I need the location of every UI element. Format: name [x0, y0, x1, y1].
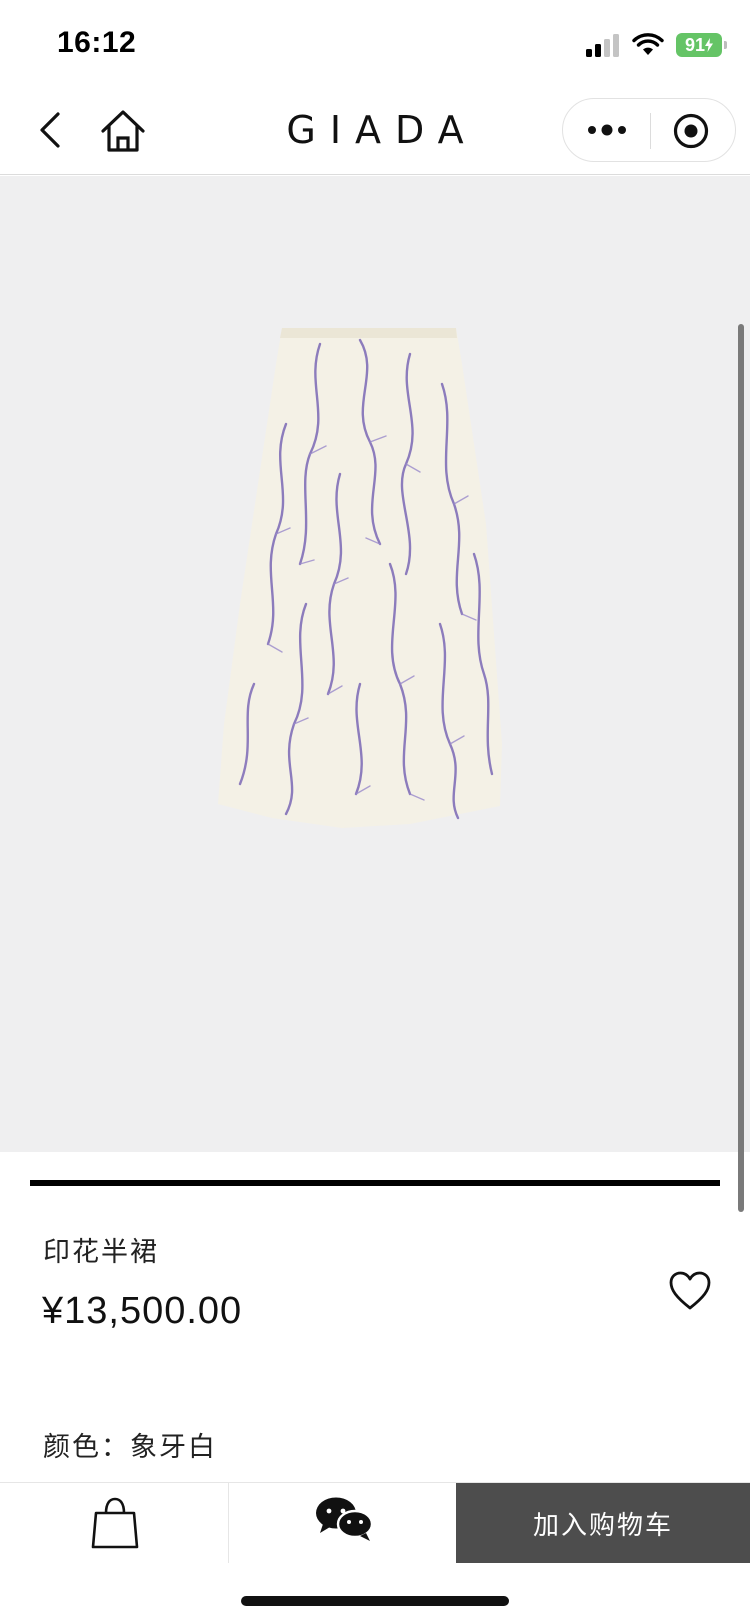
image-pager-indicator	[30, 1180, 720, 1186]
printed-skirt-image	[218, 328, 502, 828]
more-dots-icon[interactable]	[585, 113, 629, 147]
product-price: ¥13,500.00	[42, 1290, 243, 1332]
charging-bolt-icon	[705, 38, 714, 52]
wechat-icon	[316, 1497, 374, 1541]
shopping-bag-icon	[91, 1497, 139, 1549]
product-image-carousel[interactable]	[0, 176, 750, 1212]
customer-service-button[interactable]	[229, 1483, 456, 1563]
scroll-indicator[interactable]	[738, 324, 744, 1212]
add-to-cart-button[interactable]: 加入购物车	[456, 1483, 750, 1563]
status-bar: 16:12 91	[0, 0, 750, 88]
battery-level: 91	[684, 34, 706, 55]
home-indicator[interactable]	[241, 1596, 509, 1606]
bottom-action-bar: 加入购物车	[0, 1482, 750, 1563]
cart-button[interactable]	[0, 1483, 229, 1563]
navigation-bar: GIADA	[0, 88, 750, 175]
wifi-icon	[632, 33, 664, 55]
capsule-divider	[650, 113, 651, 149]
close-target-icon[interactable]	[673, 113, 709, 149]
mini-program-capsule	[562, 98, 736, 162]
signal-icon	[586, 34, 619, 57]
status-time: 16:12	[57, 26, 137, 59]
status-icons: 91	[584, 30, 727, 60]
color-label[interactable]: 颜色：象牙白	[43, 1425, 217, 1464]
heart-icon[interactable]	[668, 1270, 712, 1312]
battery-indicator: 91	[676, 33, 727, 57]
product-name: 印花半裙	[43, 1237, 159, 1267]
